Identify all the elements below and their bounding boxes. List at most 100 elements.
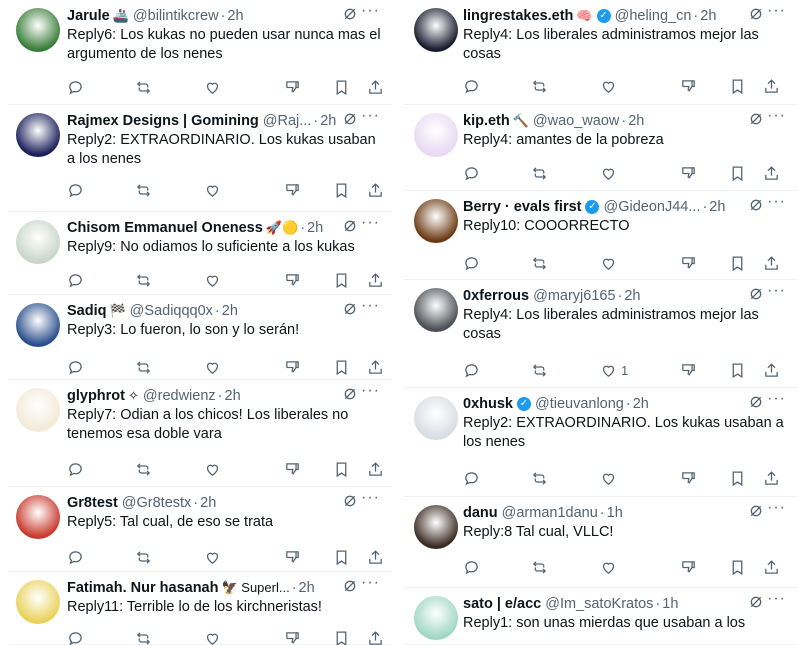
repost-button[interactable] (135, 79, 152, 96)
author-name[interactable]: Berry · evals first (463, 199, 581, 215)
timestamp[interactable]: 2h (709, 199, 725, 215)
more-options-icon[interactable]: ··· (361, 214, 380, 232)
bookmark-button[interactable] (729, 362, 746, 379)
bookmark-button[interactable] (333, 630, 350, 645)
repost-button[interactable] (531, 362, 548, 379)
avatar[interactable] (16, 220, 60, 264)
reply-button[interactable] (67, 272, 84, 289)
author-handle[interactable]: @Gr8testx (122, 495, 192, 511)
dislike-button[interactable] (680, 255, 697, 272)
avatar[interactable] (16, 495, 60, 539)
avatar[interactable] (414, 596, 458, 640)
reply-button[interactable] (463, 78, 480, 95)
author-name[interactable]: 0xhusk (463, 396, 513, 412)
author-name[interactable]: 0xferrous (463, 288, 529, 304)
grok-icon[interactable] (342, 111, 358, 131)
more-options-icon[interactable]: ··· (361, 297, 380, 315)
repost-button[interactable] (531, 78, 548, 95)
like-button[interactable] (204, 549, 221, 566)
more-options-icon[interactable]: ··· (767, 107, 786, 125)
reply-tweet[interactable]: 0xhusk ✓ @tieuvanlong · 2h ··· Reply2: EXTRAOR… (404, 388, 798, 497)
dislike-button[interactable] (284, 461, 301, 478)
share-button[interactable] (367, 630, 384, 645)
reply-button[interactable] (67, 461, 84, 478)
like-button[interactable] (204, 461, 221, 478)
reply-tweet[interactable]: 0xferrous @maryj6165 · 2h ··· Reply4: Los lib… (404, 280, 798, 388)
timestamp[interactable]: 2h (307, 220, 323, 236)
avatar[interactable] (414, 288, 458, 332)
avatar[interactable] (16, 113, 60, 157)
dislike-button[interactable] (284, 630, 301, 645)
more-options-icon[interactable]: ··· (767, 2, 786, 20)
dislike-button[interactable] (680, 362, 697, 379)
timestamp[interactable]: 2h (299, 580, 315, 596)
share-button[interactable] (763, 78, 780, 95)
avatar[interactable] (16, 388, 60, 432)
timestamp[interactable]: 2h (633, 396, 649, 412)
more-options-icon[interactable]: ··· (361, 2, 380, 20)
bookmark-button[interactable] (729, 165, 746, 182)
repost-button[interactable] (135, 461, 152, 478)
reply-button[interactable] (67, 79, 84, 96)
author-handle[interactable]: @bilintikcrew (133, 8, 219, 24)
share-button[interactable] (367, 549, 384, 566)
timestamp[interactable]: 2h (320, 113, 336, 129)
share-button[interactable] (367, 79, 384, 96)
grok-icon[interactable] (342, 218, 358, 238)
bookmark-button[interactable] (333, 272, 350, 289)
timestamp[interactable]: 2h (222, 303, 238, 319)
avatar[interactable] (414, 505, 458, 549)
timestamp[interactable]: 2h (227, 8, 243, 24)
avatar[interactable] (16, 580, 60, 624)
repost-button[interactable] (135, 549, 152, 566)
bookmark-button[interactable] (333, 79, 350, 96)
like-button[interactable]: 1 (600, 362, 628, 379)
grok-icon[interactable] (748, 197, 764, 217)
reply-button[interactable] (67, 182, 84, 199)
author-name[interactable]: Sadiq (67, 303, 106, 319)
more-options-icon[interactable]: ··· (767, 590, 786, 608)
dislike-button[interactable] (680, 470, 697, 487)
share-button[interactable] (367, 272, 384, 289)
dislike-button[interactable] (680, 78, 697, 95)
dislike-button[interactable] (284, 182, 301, 199)
like-button[interactable] (600, 255, 617, 272)
bookmark-button[interactable] (729, 559, 746, 576)
repost-button[interactable] (135, 182, 152, 199)
author-handle[interactable]: @GideonJ44... (603, 199, 700, 215)
share-button[interactable] (763, 470, 780, 487)
reply-button[interactable] (463, 165, 480, 182)
avatar[interactable] (414, 113, 458, 157)
reply-button[interactable] (463, 362, 480, 379)
like-button[interactable] (204, 272, 221, 289)
dislike-button[interactable] (284, 79, 301, 96)
share-button[interactable] (367, 182, 384, 199)
reply-button[interactable] (463, 559, 480, 576)
author-name[interactable]: Chisom Emmanuel Oneness (67, 220, 263, 236)
share-button[interactable] (367, 461, 384, 478)
avatar[interactable] (414, 8, 458, 52)
grok-icon[interactable] (748, 286, 764, 306)
avatar[interactable] (16, 303, 60, 347)
author-name[interactable]: danu (463, 505, 498, 521)
repost-button[interactable] (135, 630, 152, 645)
timestamp[interactable]: 2h (628, 113, 644, 129)
more-options-icon[interactable]: ··· (361, 489, 380, 507)
reply-tweet[interactable]: sato | e/acc @Im_satoKratos · 1h ··· Reply1: … (404, 588, 798, 645)
timestamp[interactable]: 1h (607, 505, 623, 521)
share-button[interactable] (367, 359, 384, 376)
more-options-icon[interactable]: ··· (767, 499, 786, 517)
author-handle[interactable]: @arman1danu (502, 505, 598, 521)
author-handle[interactable]: @Sadiqqq0x (130, 303, 213, 319)
author-handle[interactable]: @wao_waow (533, 113, 619, 129)
more-options-icon[interactable]: ··· (767, 390, 786, 408)
author-handle[interactable]: @maryj6165 (533, 288, 615, 304)
author-handle[interactable]: @heling_cn (615, 8, 692, 24)
author-handle[interactable]: @Raj... (263, 113, 312, 129)
reply-button[interactable] (463, 470, 480, 487)
reply-tweet[interactable]: Jarule 🚢 @bilintikcrew · 2h ··· Reply6: Los ku… (8, 0, 392, 105)
reply-tweet[interactable]: Berry · evals first ✓ @GideonJ44... · 2h ··· R… (404, 191, 798, 280)
bookmark-button[interactable] (729, 255, 746, 272)
repost-button[interactable] (135, 359, 152, 376)
share-button[interactable] (763, 255, 780, 272)
